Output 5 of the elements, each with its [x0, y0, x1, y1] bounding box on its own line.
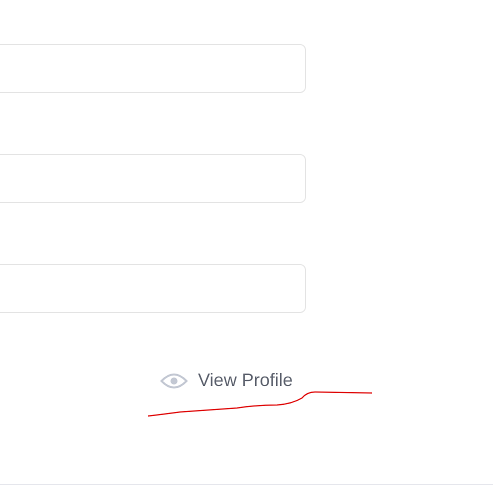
view-profile-link[interactable]: View Profile	[160, 367, 293, 394]
input-field[interactable]	[0, 44, 306, 93]
input-field[interactable]	[0, 264, 306, 313]
input-field[interactable]	[0, 154, 306, 203]
eye-icon	[160, 372, 188, 388]
